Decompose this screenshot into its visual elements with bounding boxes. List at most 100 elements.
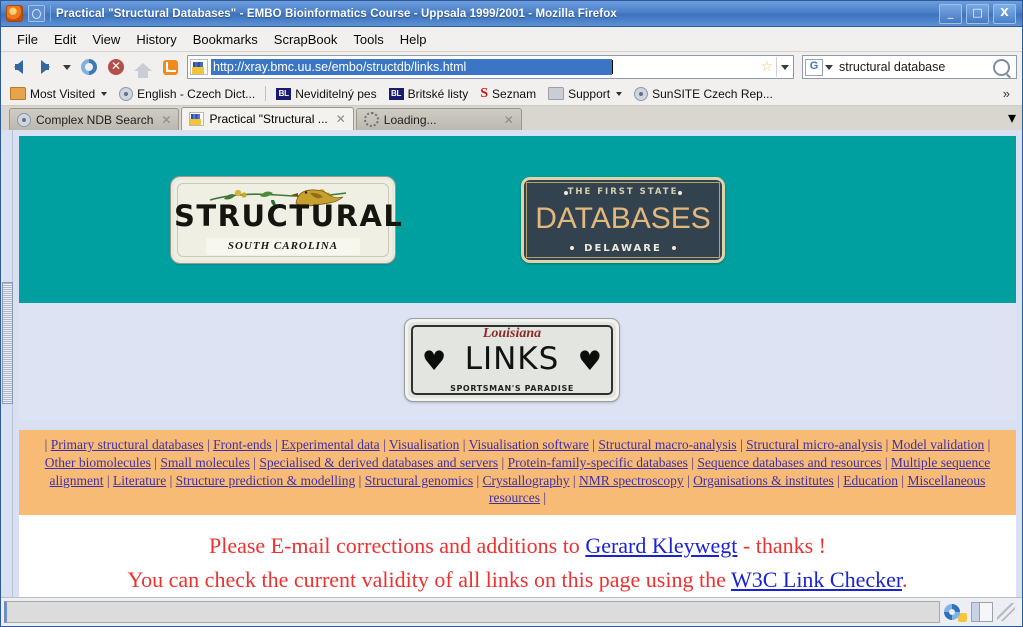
page-scrollbar[interactable] <box>1 130 13 597</box>
category-link[interactable]: Structure prediction & modelling <box>176 473 356 488</box>
category-link[interactable]: Primary structural databases <box>51 437 204 452</box>
category-link[interactable]: Experimental data <box>281 437 380 452</box>
link-separator: | <box>355 472 365 488</box>
url-input[interactable]: http://xray.bmc.uu.se/embo/structdb/link… <box>211 59 613 75</box>
minimize-button[interactable]: _ <box>939 3 962 24</box>
bookmark-neviditelny-pes[interactable]: BL Neviditelný pes <box>271 86 381 102</box>
category-link[interactable]: Structural micro-analysis <box>746 437 882 452</box>
menu-edit[interactable]: Edit <box>46 30 84 49</box>
category-link[interactable]: Front-ends <box>213 437 272 452</box>
maximize-button[interactable]: □ <box>966 3 989 24</box>
plate-structural-image[interactable]: STRUCTURAL SOUTH CAROLINA <box>170 176 402 264</box>
link-separator: | <box>498 454 508 470</box>
link-separator: | <box>683 472 694 488</box>
search-input[interactable]: structural database <box>833 60 993 74</box>
link-separator: | <box>271 437 282 452</box>
forward-button[interactable] <box>33 55 57 79</box>
category-link[interactable]: Other biomolecules <box>45 455 151 470</box>
home-button[interactable] <box>131 55 155 79</box>
bookmark-label: Most Visited <box>30 86 96 101</box>
tab-complex-ndb-search[interactable]: Complex NDB Search ✕ <box>9 108 180 130</box>
home-icon <box>134 63 152 78</box>
bookmark-seznam[interactable]: S Seznam <box>475 85 541 103</box>
plate-links-image[interactable]: Louisiana ♥ ♥ LINKS SPORTSMAN'S PARADISE <box>404 318 620 402</box>
window-title: Practical "Structural Databases" - EMBO … <box>56 7 617 20</box>
resize-grip-icon[interactable] <box>997 603 1015 621</box>
tab-list-all-button[interactable]: ▾ <box>1008 108 1022 128</box>
category-link[interactable]: Crystallography <box>483 473 570 488</box>
category-link[interactable]: Specialised & derived databases and serv… <box>259 455 498 470</box>
page-padding: STRUCTURAL SOUTH CAROLINA THE FIRST STAT… <box>13 130 1022 597</box>
link-separator: | <box>166 472 176 488</box>
category-link[interactable]: Literature <box>113 473 166 488</box>
security-panel-icon[interactable] <box>971 602 993 622</box>
bookmark-support[interactable]: Support <box>543 86 627 102</box>
stop-button[interactable]: ✕ <box>104 55 128 79</box>
category-link[interactable]: Model validation <box>892 437 985 452</box>
category-link[interactable]: Small molecules <box>160 455 250 470</box>
plate-script-text: Louisiana <box>482 326 542 341</box>
search-icon[interactable] <box>993 58 1010 76</box>
category-link[interactable]: Protein-family-specific databases <box>508 455 688 470</box>
footer-text-after: . <box>902 567 908 593</box>
category-link[interactable]: Sequence databases and resources <box>697 455 881 470</box>
google-search-engine-icon[interactable]: G <box>805 58 823 76</box>
category-link[interactable]: Visualisation <box>389 437 459 452</box>
site-favicon-icon <box>190 59 208 75</box>
w3c-link-checker-link[interactable]: W3C Link Checker <box>731 567 902 592</box>
gerard-kleywegt-link[interactable]: Gerard Kleywegt <box>585 533 737 558</box>
category-link[interactable]: Organisations & institutes <box>693 473 834 488</box>
category-link[interactable]: NMR spectroscopy <box>579 473 684 488</box>
bookmarks-overflow-button[interactable]: » <box>1003 86 1018 101</box>
bookmark-english-czech-dict[interactable]: English - Czech Dict... <box>114 86 260 102</box>
plate-main-text: DATABASES <box>535 202 711 235</box>
window-menu-icon[interactable] <box>28 5 45 22</box>
plate-main-text: LINKS <box>464 341 560 377</box>
category-link[interactable]: Visualisation software <box>469 437 589 452</box>
menu-help[interactable]: Help <box>392 30 435 49</box>
search-bar[interactable]: G structural database <box>802 55 1017 79</box>
url-history-dropdown[interactable] <box>776 57 793 77</box>
content-area: STRUCTURAL SOUTH CAROLINA THE FIRST STAT… <box>1 130 1022 597</box>
menu-history[interactable]: History <box>128 30 184 49</box>
plate-databases-image[interactable]: THE FIRST STATE DATABASES DELAWARE <box>521 177 725 263</box>
category-link[interactable]: Structural genomics <box>365 473 473 488</box>
category-link[interactable]: Education <box>843 473 898 488</box>
menu-scrapbook[interactable]: ScrapBook <box>266 30 346 49</box>
bookmark-star-icon[interactable]: ☆ <box>760 59 773 75</box>
addons-gear-icon[interactable] <box>944 604 960 620</box>
scrollbar-thumb[interactable] <box>2 282 13 404</box>
category-links-block: | Primary structural databases | Front-e… <box>19 430 1016 516</box>
menu-tools[interactable]: Tools <box>345 30 391 49</box>
tab-loading[interactable]: Loading... ✕ <box>355 108 522 130</box>
folder-icon <box>10 87 26 100</box>
url-bar[interactable]: http://xray.bmc.uu.se/embo/structdb/link… <box>187 55 794 79</box>
plate-row: STRUCTURAL SOUTH CAROLINA THE FIRST STAT… <box>19 136 1016 303</box>
category-link[interactable]: Structural macro-analysis <box>598 437 736 452</box>
tab-practical-structural[interactable]: Practical "Structural ... ✕ <box>181 107 354 130</box>
menu-view[interactable]: View <box>84 30 128 49</box>
feed-button[interactable] <box>158 55 182 79</box>
menu-bookmarks[interactable]: Bookmarks <box>185 30 266 49</box>
back-button[interactable] <box>6 55 30 79</box>
close-icon[interactable]: ✕ <box>504 113 514 127</box>
bl-icon: BL <box>276 87 292 100</box>
tab-label: Loading... <box>383 112 437 127</box>
close-button[interactable]: X <box>993 3 1016 24</box>
link-separator: | <box>44 437 48 452</box>
page-favicon-icon <box>189 112 205 126</box>
link-separator: | <box>687 454 698 470</box>
link-separator: | <box>736 437 747 452</box>
menu-file[interactable]: File <box>9 30 46 49</box>
chevron-down-icon[interactable] <box>825 64 833 70</box>
bookmark-most-visited[interactable]: Most Visited <box>5 86 112 102</box>
bookmark-britske-listy[interactable]: BL Britské listy <box>384 86 474 102</box>
close-icon[interactable]: ✕ <box>161 113 171 127</box>
bookmark-sunsite-czech-rep[interactable]: SunSITE Czech Rep... <box>629 86 778 102</box>
history-dropdown-button[interactable] <box>60 55 74 79</box>
title-separator <box>50 5 51 22</box>
close-icon[interactable]: ✕ <box>336 112 346 126</box>
rss-feed-icon <box>162 59 178 75</box>
reload-button[interactable] <box>77 55 101 79</box>
folder-grey-icon <box>548 87 565 100</box>
